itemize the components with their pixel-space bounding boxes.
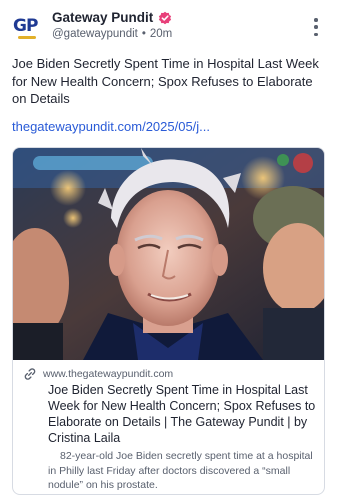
post-text: Joe Biden Secretly Spent Time in Hospita… [12,56,319,106]
card-title[interactable]: Joe Biden Secretly Spent Time in Hospita… [48,382,316,446]
avatar[interactable]: GP [12,12,42,42]
card-description: 82-year-old Joe Biden secretly spent tim… [48,450,313,491]
more-options-icon[interactable] [313,18,319,36]
link-preview-card[interactable]: www.thegatewaypundit.com Joe Biden Secre… [12,147,325,495]
avatar-swoosh [18,36,36,39]
timestamp[interactable]: 20m [150,28,172,40]
avatar-logo-text: GP [13,16,38,36]
handle-row: @gatewaypundit • 20m [52,28,172,40]
card-domain-row: www.thegatewaypundit.com [23,367,173,381]
verified-badge-icon [159,11,172,24]
post-header: GP Gateway Pundit @gatewaypundit • 20m [0,0,337,52]
post-link[interactable]: thegatewaypundit.com/2025/05/j... [12,119,210,134]
name-row: Gateway Pundit [52,10,172,25]
link-icon [24,368,36,380]
card-domain: www.thegatewaypundit.com [43,368,174,380]
card-preview-image[interactable] [13,148,325,360]
separator-dot: • [141,28,146,40]
display-name[interactable]: Gateway Pundit [52,10,153,25]
handle[interactable]: @gatewaypundit [52,28,138,40]
